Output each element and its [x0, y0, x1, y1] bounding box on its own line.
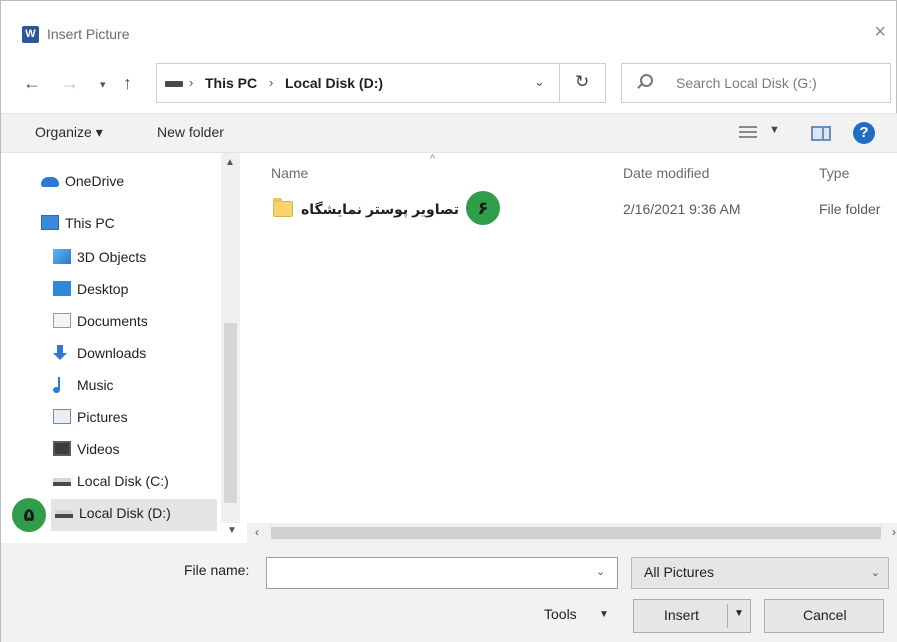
- sidebar-item-videos[interactable]: Videos: [53, 435, 213, 465]
- column-header-date-modified[interactable]: Date modified: [623, 165, 709, 181]
- breadcrumb-separator: ›: [189, 75, 194, 90]
- sidebar-item-desktop[interactable]: Desktop: [53, 275, 213, 305]
- sidebar-item-label: Local Disk (C:): [77, 473, 169, 489]
- step-6-badge: ۶: [466, 191, 500, 225]
- insert-button[interactable]: Insert ▼: [633, 599, 751, 633]
- sidebar-item-label: Music: [77, 377, 114, 393]
- desktop-icon: [53, 281, 71, 296]
- up-arrow-icon[interactable]: ↑: [123, 73, 132, 94]
- window-title: Insert Picture: [47, 26, 130, 42]
- cancel-label: Cancel: [803, 607, 847, 623]
- sidebar-item-label: Videos: [77, 441, 120, 457]
- insert-options-dropdown-icon[interactable]: ▼: [734, 608, 744, 619]
- video-icon: [53, 441, 71, 456]
- address-dropdown-icon[interactable]: ⌄: [534, 74, 545, 90]
- breadcrumb-local-disk-d[interactable]: Local Disk (D:): [285, 75, 383, 91]
- view-dropdown-icon[interactable]: ▼: [769, 124, 780, 136]
- sidebar-item-label: This PC: [65, 215, 115, 231]
- sidebar-item-documents[interactable]: Documents: [53, 307, 213, 337]
- file-name-label: File name:: [184, 562, 250, 578]
- breadcrumb-separator: ›: [269, 75, 274, 90]
- file-name: تصاویر پوستر نمایشگاه: [301, 201, 460, 217]
- back-arrow-icon[interactable]: ←: [23, 73, 41, 94]
- sidebar-item-pictures[interactable]: Pictures: [53, 403, 213, 433]
- file-list: Name ^ Date modified Type تصاویر پوستر ن…: [247, 153, 897, 523]
- search-placeholder: Search Local Disk (G:): [676, 75, 817, 91]
- sidebar-item-3d-objects[interactable]: 3D Objects: [53, 243, 213, 273]
- breadcrumb-this-pc[interactable]: This PC: [205, 75, 257, 91]
- tools-dropdown-icon[interactable]: ▼: [599, 609, 609, 620]
- sidebar-item-label: Pictures: [77, 409, 128, 425]
- title-bar: W Insert Picture ×: [1, 1, 897, 59]
- word-app-icon: W: [22, 26, 39, 43]
- sidebar-item-onedrive[interactable]: OneDrive: [41, 167, 211, 197]
- disk-icon: [55, 510, 73, 518]
- cube-icon: [53, 249, 71, 264]
- forward-arrow-icon[interactable]: →: [61, 73, 79, 94]
- preview-pane-icon[interactable]: [811, 126, 831, 141]
- insert-label: Insert: [664, 607, 700, 623]
- sidebar-item-label: 3D Objects: [77, 249, 147, 265]
- download-icon: [53, 345, 67, 360]
- refresh-icon[interactable]: ↻: [575, 72, 589, 92]
- sidebar-item-label: OneDrive: [65, 173, 125, 189]
- sidebar-item-label: Local Disk (D:): [79, 505, 171, 521]
- sidebar-item-local-disk-d[interactable]: Local Disk (D:): [51, 499, 217, 531]
- cancel-button[interactable]: Cancel: [764, 599, 884, 633]
- navigation-pane: OneDrive This PC 3D Objects Desktop Docu…: [1, 153, 247, 538]
- sidebar-item-downloads[interactable]: Downloads: [53, 339, 213, 369]
- step-5-badge: ۵: [12, 498, 46, 532]
- sidebar-item-label: Desktop: [77, 281, 129, 297]
- document-icon: [53, 313, 71, 328]
- scroll-left-icon[interactable]: ‹: [255, 525, 259, 539]
- view-options-icon[interactable]: [739, 126, 757, 140]
- drive-icon: [165, 81, 183, 87]
- recent-locations-chevron-icon[interactable]: ▾: [100, 78, 106, 91]
- organize-button[interactable]: Organize ▾: [35, 124, 103, 141]
- close-icon[interactable]: ×: [874, 21, 886, 44]
- dialog-footer: File name: ⌄ All Pictures ⌄ Tools ▼ Inse…: [1, 543, 897, 642]
- file-name-field[interactable]: [266, 557, 618, 589]
- split-divider: [727, 604, 728, 628]
- folder-icon: [273, 198, 293, 217]
- command-toolbar: Organize ▾ New folder ▼ ?: [1, 113, 897, 153]
- chevron-down-icon: ⌄: [870, 567, 880, 579]
- navigation-pane-scrollbar[interactable]: ▲: [221, 153, 240, 523]
- address-bar[interactable]: › This PC › Local Disk (D:) ⌄ ↻: [156, 63, 606, 103]
- table-row[interactable]: تصاویر پوستر نمایشگاه 2/16/2021 9:36 AM …: [267, 193, 897, 227]
- scrollbar-thumb[interactable]: [271, 527, 881, 539]
- file-type-select[interactable]: All Pictures ⌄: [631, 557, 889, 589]
- scrollbar-thumb[interactable]: [224, 323, 237, 503]
- sidebar-item-local-disk-c[interactable]: Local Disk (C:): [53, 467, 213, 497]
- scroll-down-icon[interactable]: ▼: [227, 525, 237, 536]
- sidebar-item-this-pc[interactable]: This PC: [41, 209, 211, 239]
- sidebar-item-label: Downloads: [77, 345, 147, 361]
- sidebar-item-label: Documents: [77, 313, 148, 329]
- new-folder-button[interactable]: New folder: [157, 124, 224, 140]
- file-name-dropdown-icon[interactable]: ⌄: [596, 565, 605, 578]
- address-divider: [559, 64, 560, 102]
- search-input[interactable]: Search Local Disk (G:): [621, 63, 891, 103]
- scroll-up-icon[interactable]: ▲: [225, 157, 235, 168]
- music-icon: [53, 377, 65, 393]
- picture-icon: [53, 409, 71, 424]
- horizontal-scrollbar[interactable]: ‹ ›: [247, 523, 897, 543]
- scroll-right-icon[interactable]: ›: [892, 525, 896, 539]
- help-icon[interactable]: ?: [853, 122, 875, 144]
- file-type-selected: All Pictures: [644, 564, 715, 580]
- computer-icon: [41, 215, 59, 230]
- disk-icon: [53, 478, 71, 486]
- sidebar-item-music[interactable]: Music: [53, 371, 213, 401]
- file-date-modified: 2/16/2021 9:36 AM: [623, 201, 741, 217]
- cloud-icon: [41, 177, 59, 187]
- search-icon: [640, 74, 653, 87]
- insert-picture-dialog: W Insert Picture × ← → ▾ ↑ › This PC › L…: [0, 0, 897, 642]
- column-header-name[interactable]: Name: [271, 165, 308, 181]
- tools-button[interactable]: Tools: [544, 606, 577, 622]
- sort-ascending-icon: ^: [430, 153, 436, 165]
- column-header-type[interactable]: Type: [819, 165, 849, 181]
- file-type: File folder: [819, 201, 881, 217]
